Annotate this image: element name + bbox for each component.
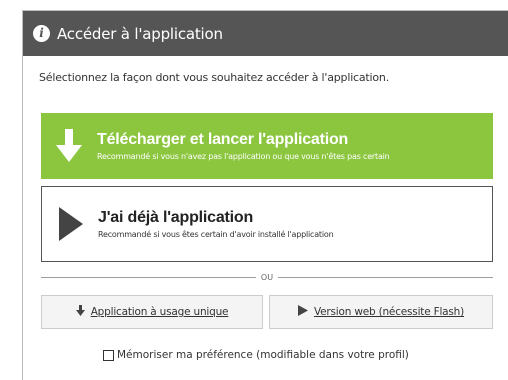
access-dialog: i Accéder à l'application Sélectionnez l… bbox=[22, 10, 508, 380]
web-version-label: Version web (nécessite Flash) bbox=[313, 306, 465, 318]
or-divider: ou bbox=[41, 273, 493, 282]
download-option-title: Télécharger et lancer l'application bbox=[97, 131, 349, 148]
play-icon bbox=[42, 207, 98, 241]
divider-text: ou bbox=[260, 273, 274, 282]
dialog-subtitle: Sélectionnez la façon dont vous souhaite… bbox=[39, 71, 390, 84]
divider-line bbox=[41, 277, 256, 278]
dialog-titlebar: i Accéder à l'application bbox=[23, 11, 508, 56]
launch-option-description: Recommandé si vous êtes certain d'avoir … bbox=[98, 230, 334, 239]
launch-option-title: J'ai déjà l'application bbox=[98, 209, 254, 226]
single-use-app-button[interactable]: Application à usage unique bbox=[41, 295, 263, 329]
play-icon bbox=[297, 305, 308, 319]
single-use-app-label: Application à usage unique bbox=[90, 306, 229, 318]
remember-preference-label: Mémoriser ma préférence (modifiable dans… bbox=[117, 349, 409, 361]
download-arrow-icon bbox=[41, 129, 97, 163]
already-installed-button[interactable]: J'ai déjà l'application Recommandé si vo… bbox=[41, 186, 493, 262]
download-option-description: Recommandé si vous n'avez pas l'applicat… bbox=[97, 152, 390, 161]
web-version-button[interactable]: Version web (nécessite Flash) bbox=[269, 295, 493, 329]
remember-preference-checkbox[interactable] bbox=[103, 349, 114, 361]
info-icon: i bbox=[33, 25, 50, 42]
download-launch-button[interactable]: Télécharger et lancer l'application Reco… bbox=[41, 113, 493, 179]
divider-line bbox=[278, 277, 493, 278]
download-arrow-icon bbox=[75, 305, 85, 319]
dialog-title: Accéder à l'application bbox=[57, 24, 223, 43]
remember-preference[interactable]: Mémoriser ma préférence (modifiable dans… bbox=[103, 349, 409, 361]
